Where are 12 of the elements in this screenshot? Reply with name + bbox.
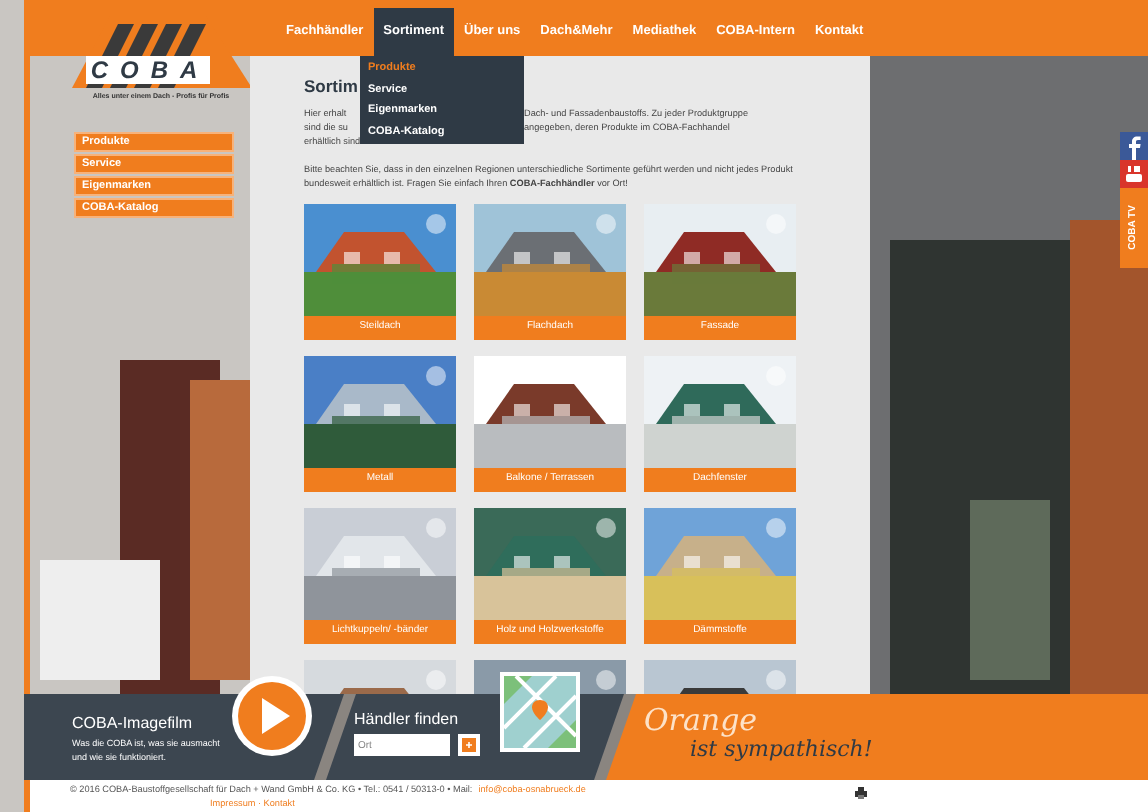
search-button[interactable] xyxy=(458,734,480,756)
print-icon[interactable] xyxy=(854,786,868,800)
slogan-text: Orange xyxy=(644,700,758,739)
slogan-text: ist sympathisch! xyxy=(690,736,873,766)
page-heading: Sortim xyxy=(304,73,358,99)
map-icon[interactable] xyxy=(496,668,584,756)
dealer-title: Händler finden xyxy=(354,708,459,732)
youtube-icon[interactable] xyxy=(1120,160,1148,188)
facebook-icon[interactable] xyxy=(1120,132,1148,160)
play-button[interactable] xyxy=(230,674,314,758)
film-title: COBA-Imagefilm xyxy=(72,712,193,736)
logo-text: COBA xyxy=(90,54,210,86)
